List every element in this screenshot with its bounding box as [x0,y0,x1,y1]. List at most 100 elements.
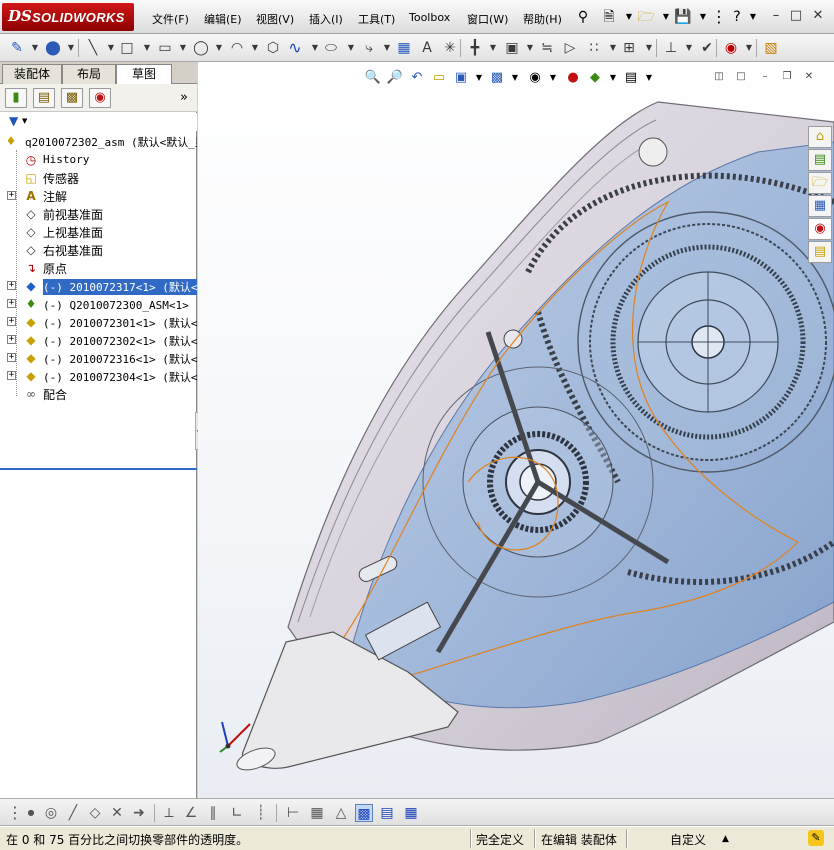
tangent-icon[interactable]: ➜ [130,804,148,822]
chevron-down-icon[interactable]: ▼ [657,8,675,26]
circle-icon[interactable]: ◯ [192,39,210,57]
menu-window[interactable]: 窗口(W) [467,11,508,27]
expand-icon[interactable]: + [7,191,16,200]
configuration-manager-icon[interactable]: ▩ [61,88,83,108]
point-icon[interactable]: ● [22,804,40,822]
chevron-down-icon[interactable]: ▼ [505,68,525,88]
tab-sketch[interactable]: 草图 [116,64,172,85]
chevron-down-icon[interactable]: ▼ [521,39,539,57]
center-point-icon[interactable]: ◎ [42,804,60,822]
convert-entities-icon[interactable]: ▣ [503,39,521,57]
dimension-icon[interactable]: ⊢ [284,804,302,822]
spline-icon[interactable]: ∿ [286,39,304,57]
corner-icon[interactable]: ∟ [228,804,246,822]
sketch-grid-icon[interactable]: ▦ [402,804,420,822]
display-style-icon[interactable]: ▩ [487,68,507,88]
angle-icon[interactable]: ∠ [182,804,200,822]
chevron-down-icon[interactable]: ▼ [210,39,228,57]
view-orientation-icon[interactable]: ▣ [451,68,471,88]
pin-icon[interactable]: ⚲ [574,8,592,26]
display-relations-icon[interactable]: ⊥ [662,39,680,57]
slot-icon[interactable]: ▭ [156,39,174,57]
sketch-icon[interactable]: ✎ [8,39,26,57]
parallel-icon[interactable]: ∥ [204,804,222,822]
expand-icon[interactable]: + [7,353,16,362]
offset-icon[interactable]: ▦ [395,39,413,57]
single-view-icon[interactable]: □ [734,70,748,84]
triangle-icon[interactable]: △ [332,804,350,822]
point-icon[interactable]: ✳ [441,39,459,57]
chevron-down-icon[interactable]: ▼ [378,39,396,57]
chevron-down-icon[interactable]: ▼ [138,39,156,57]
line-icon[interactable]: ╲ [84,39,102,57]
linear-pattern-icon[interactable]: ∷ [585,39,603,57]
units-selector[interactable]: 自定义 [670,831,706,848]
menu-insert[interactable]: 插入(I) [309,11,343,27]
ellipse-icon[interactable]: ⬭ [322,39,340,57]
save-icon[interactable]: 💾 [674,8,692,26]
expand-icon[interactable]: + [7,281,16,290]
feature-manager-icon[interactable]: ▮ [5,88,27,108]
close-icon[interactable]: ✕ [810,8,826,24]
chevron-down-icon[interactable]: ▼ [543,68,563,88]
chevron-down-icon[interactable]: ▼ [26,39,44,57]
appearances-icon[interactable]: ◉ [808,218,832,240]
tree-item-component[interactable]: + ◆ (-) 2010072302<1> (默认<<默 [0,331,197,349]
polygon-icon[interactable]: ◇ [86,804,104,822]
tree-item-component[interactable]: + ◆ (-) 2010072304<1> (默认<<默 [0,367,197,385]
edit-appearance-icon[interactable]: ● [563,68,583,88]
chevron-down-icon[interactable]: ▼ [342,39,360,57]
close-icon[interactable]: ✕ [802,70,816,84]
chevron-down-icon[interactable]: ▼ [680,39,698,57]
menu-tools[interactable]: 工具(T) [358,11,395,27]
rectangle-icon[interactable]: □ [118,39,136,57]
solidworks-logo[interactable]: DS SOLIDWORKS [2,3,134,31]
chevron-down-icon[interactable]: ▼ [484,39,502,57]
tree-item-component[interactable]: + ◆ (-) 2010072317<1> (默认<<默 [0,277,197,295]
arc-icon[interactable]: ◠ [228,39,246,57]
chevron-down-icon[interactable]: ▼ [174,39,192,57]
tree-item-component[interactable]: + ◆ (-) 2010072316<1> (默认<<默 [0,349,197,367]
menu-view[interactable]: 视图(V) [256,11,294,27]
hide-show-items-icon[interactable]: ◉ [525,68,545,88]
instant-3d-icon[interactable]: ▧ [762,39,780,57]
move-entities-icon[interactable]: ⊞ [620,39,638,57]
polygon-icon[interactable]: ⬡ [264,39,282,57]
tree-item-front-plane[interactable]: ◇ 前视基准面 [0,205,197,223]
menu-file[interactable]: 文件(F) [152,11,189,27]
filter-icon[interactable]: ▼ [9,114,18,128]
mirror-icon[interactable]: ▷ [561,39,579,57]
zoom-to-area-icon[interactable]: 🔎 [385,68,405,88]
chevron-up-icon[interactable]: ▲ [722,834,729,844]
perpendicular-icon[interactable]: ⟂ [160,804,178,822]
zoom-to-fit-icon[interactable]: 🔍 [363,68,383,88]
smart-dimension-icon[interactable]: ⬤ [44,39,62,57]
shaded-sketch-icon[interactable]: ▤ [378,804,396,822]
tree-item-component[interactable]: + ◆ (-) 2010072301<1> (默认<<默 [0,313,197,331]
apply-scene-icon[interactable]: ◆ [585,68,605,88]
chevron-down-icon[interactable]: ▼ [469,68,489,88]
line-icon[interactable]: ╱ [64,804,82,822]
text-icon[interactable]: A [418,39,436,57]
fillet-icon[interactable]: ⤷ [360,39,378,57]
chevron-down-icon[interactable]: ▼ [22,117,27,125]
midpoint-icon[interactable]: ┊ [252,804,270,822]
more-tabs-icon[interactable]: » [180,90,188,105]
view-settings-icon[interactable]: ▤ [621,68,641,88]
new-document-icon[interactable]: 🗎 [600,8,618,26]
section-view-icon[interactable]: ▭ [429,68,449,88]
grid-icon[interactable]: ▦ [308,804,326,822]
appearance-manager-icon[interactable]: ◉ [89,88,111,108]
property-manager-icon[interactable]: ▤ [33,88,55,108]
split-view-icon[interactable]: ◫ [712,70,726,84]
quick-tips-icon[interactable]: ✎ [808,830,824,846]
trim-icon[interactable]: ╋ [466,39,484,57]
cross-icon[interactable]: ✕ [108,804,126,822]
previous-view-icon[interactable]: ↶ [407,68,427,88]
repair-sketch-icon[interactable]: ✔ [698,39,716,57]
expand-icon[interactable]: + [7,299,16,308]
minimize-icon[interactable]: – [768,8,784,24]
assembly-model[interactable] [198,62,834,798]
tree-item-history[interactable]: ◷ History [0,151,197,169]
tab-assembly[interactable]: 装配体 [2,64,62,84]
